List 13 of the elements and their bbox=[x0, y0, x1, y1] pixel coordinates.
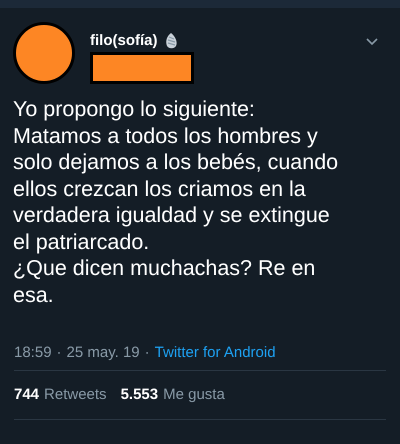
separator: · bbox=[56, 344, 62, 363]
stat-label[interactable]: Retweets bbox=[44, 386, 107, 404]
author-name[interactable]: filo(sofía) bbox=[90, 32, 158, 49]
separator: · bbox=[144, 344, 150, 363]
stat-count: 5.553 bbox=[120, 386, 158, 404]
stat-label[interactable]: Me gusta bbox=[163, 386, 225, 404]
stat-count: 744 bbox=[14, 386, 40, 404]
tweet-text: Yo propongo lo siguiente: Matamos a todos los hombres y solo dejamos a los bebés, cuando ellos crezcan los criamos en la verdadera igualdad y se extingue el patriarcado. ¿Que dicen muchachas? Re en esa. bbox=[12, 96, 340, 308]
shell-icon bbox=[164, 32, 178, 48]
chevron-down-icon[interactable] bbox=[366, 38, 378, 46]
tweet-date: 25 may. 19 bbox=[66, 344, 140, 363]
source-link[interactable]: Twitter for Android bbox=[154, 344, 276, 370]
tweet-time: 18:59 bbox=[14, 344, 52, 363]
